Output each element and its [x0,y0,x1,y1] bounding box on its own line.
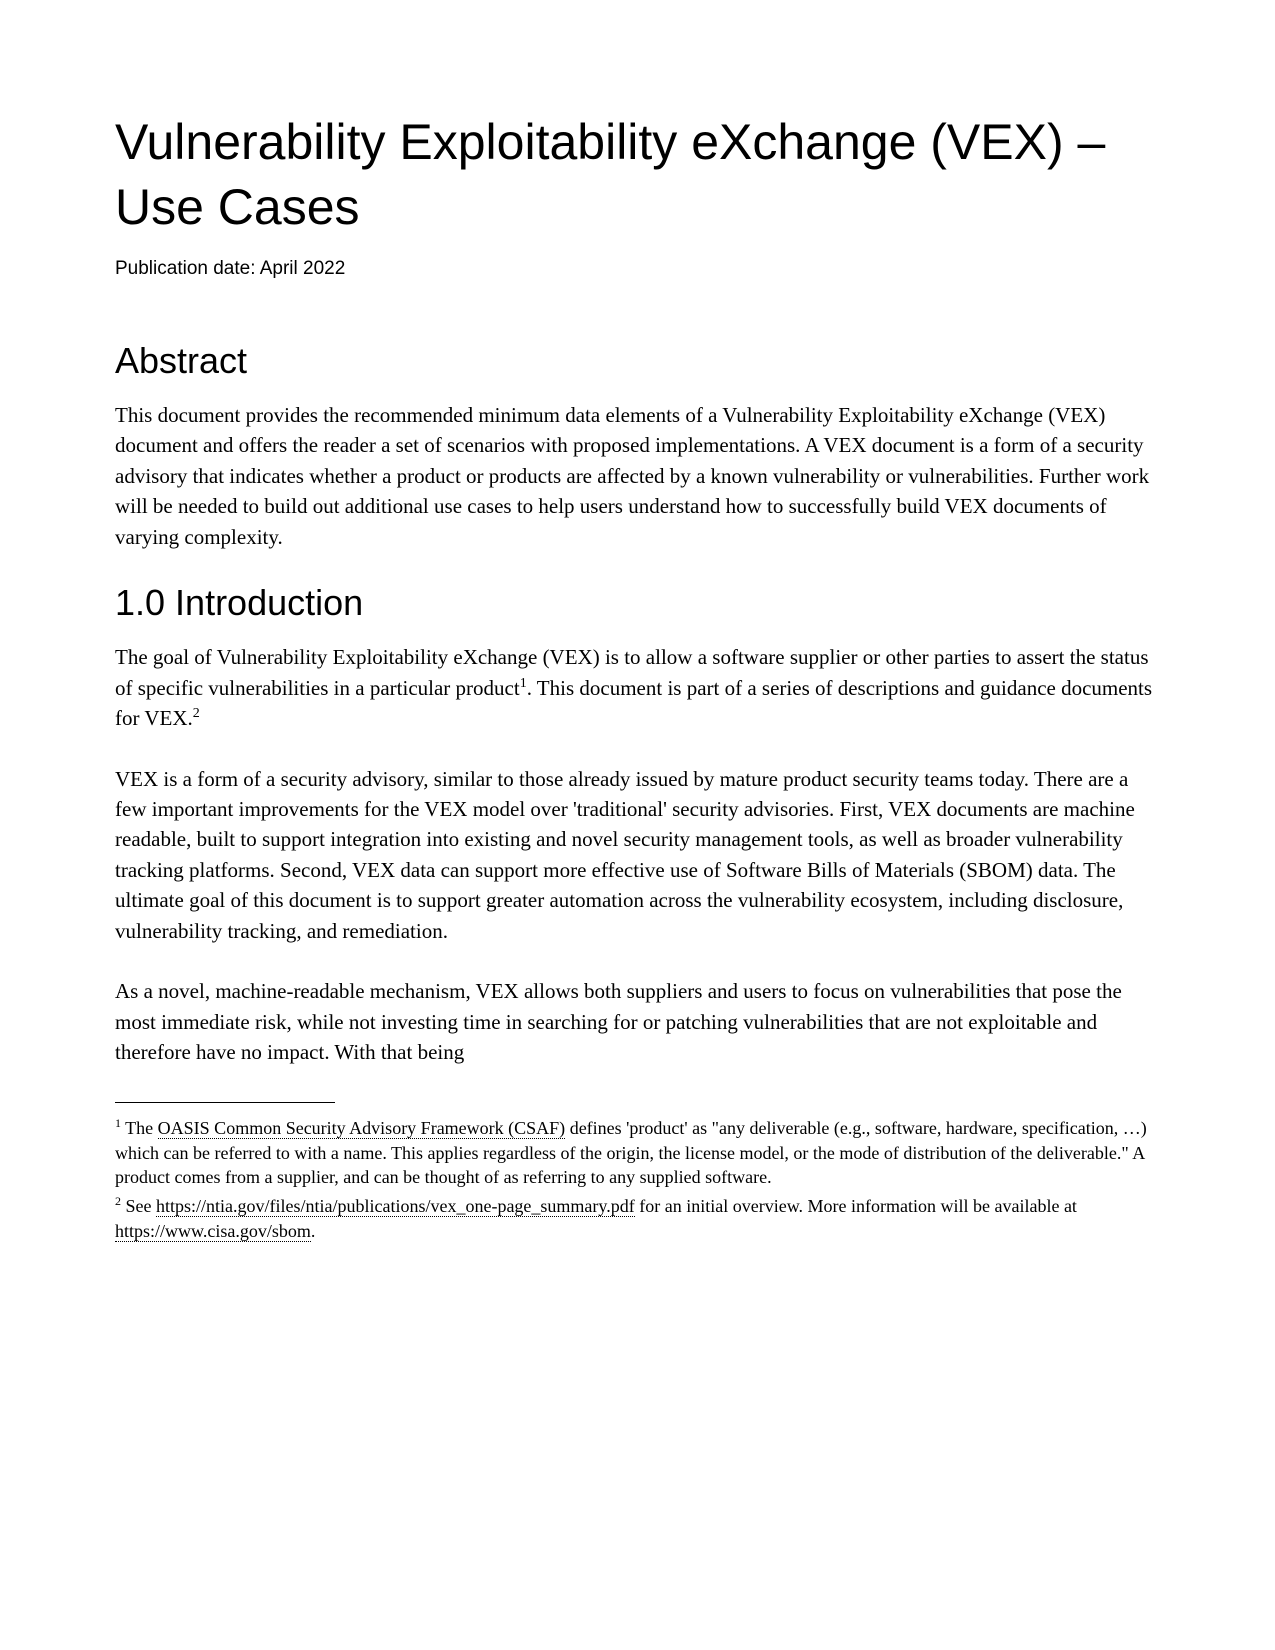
footnote-2-post: . [311,1221,316,1241]
footnote-1: 1 The OASIS Common Security Advisory Fra… [115,1115,1160,1189]
publication-date: Publication date: April 2022 [115,258,1160,280]
abstract-heading: Abstract [115,340,1160,382]
introduction-heading: 1.0 Introduction [115,582,1160,624]
footnote-1-link[interactable]: OASIS Common Security Advisory Framework… [158,1118,566,1139]
footnote-2-mid: for an initial overview. More informatio… [635,1196,1077,1216]
footnote-ref-1: 1 [520,676,527,691]
document-title: Vulnerability Exploitability eXchange (V… [115,110,1160,240]
intro-paragraph-1: The goal of Vulnerability Exploitability… [115,642,1160,733]
intro-paragraph-2: VEX is a form of a security advisory, si… [115,764,1160,947]
footnote-2-link-1[interactable]: https://ntia.gov/files/ntia/publications… [156,1196,635,1217]
footnote-1-pre: The [121,1118,158,1138]
abstract-paragraph: This document provides the recommended m… [115,400,1160,552]
intro-paragraph-3: As a novel, machine-readable mechanism, … [115,976,1160,1067]
footnote-divider [115,1102,335,1103]
footnote-2-link-2[interactable]: https://www.cisa.gov/sbom [115,1221,311,1242]
footnote-2-pre: See [121,1196,156,1216]
footnote-2: 2 See https://ntia.gov/files/ntia/public… [115,1193,1160,1243]
footnote-ref-2: 2 [193,706,200,721]
